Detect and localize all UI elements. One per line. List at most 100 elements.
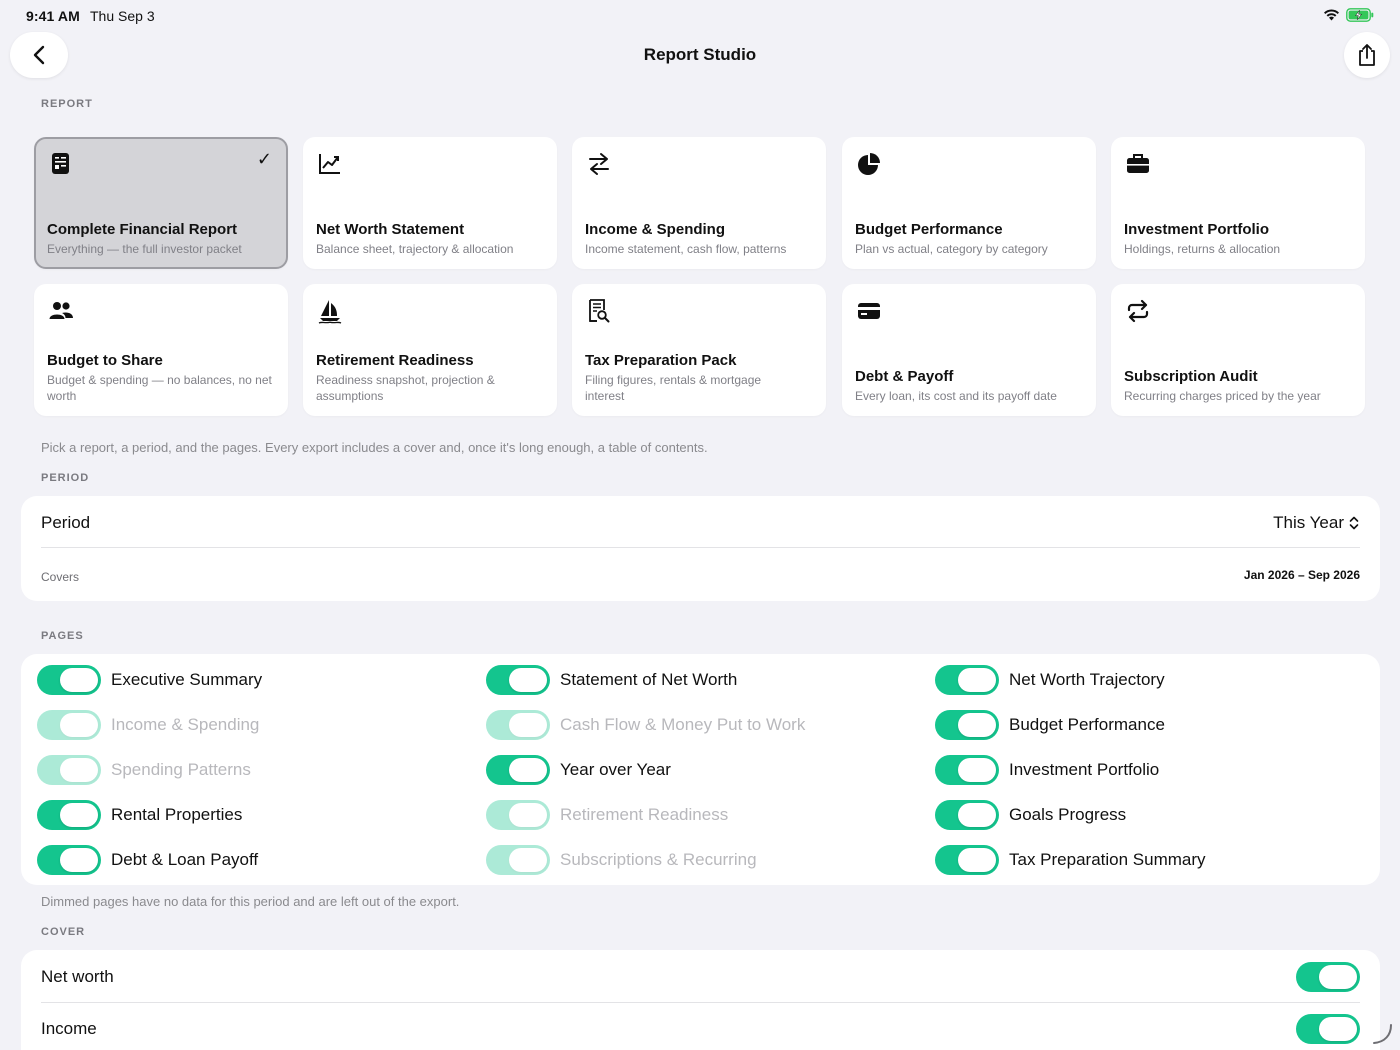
toggle-switch[interactable] xyxy=(1296,1014,1360,1044)
page-toggle-statement-net-worth[interactable]: Statement of Net Worth xyxy=(486,665,737,695)
status-icons xyxy=(1323,8,1374,22)
report-card-subtitle: Plan vs actual, category by category xyxy=(855,242,1048,256)
toggle-switch[interactable] xyxy=(486,845,550,875)
pages-note: Dimmed pages have no data for this perio… xyxy=(41,894,460,909)
report-card-income-spending[interactable]: Income & Spending Income statement, cash… xyxy=(572,137,826,269)
page-toggle-net-worth-trajectory[interactable]: Net Worth Trajectory xyxy=(935,665,1165,695)
line-chart-icon xyxy=(319,154,340,174)
report-card-title: Tax Preparation Pack xyxy=(585,352,737,369)
divider xyxy=(41,1002,1360,1003)
repeat-icon xyxy=(1127,299,1149,323)
toggle-switch[interactable] xyxy=(37,845,101,875)
receipt-search-icon xyxy=(589,299,610,323)
report-card-title: Subscription Audit xyxy=(1124,368,1258,385)
toggle-switch[interactable] xyxy=(37,665,101,695)
page-label: Subscriptions & Recurring xyxy=(560,850,757,869)
page-label: Spending Patterns xyxy=(111,760,251,779)
toggle-switch[interactable] xyxy=(1296,962,1360,992)
report-card-investment-portfolio[interactable]: Investment Portfolio Holdings, returns &… xyxy=(1111,137,1365,269)
share-icon xyxy=(1359,44,1375,66)
page-label: Budget Performance xyxy=(1009,715,1165,734)
toggle-switch[interactable] xyxy=(37,800,101,830)
checkmark-icon: ✓ xyxy=(256,149,272,169)
report-card-title: Budget Performance xyxy=(855,221,1003,238)
page-toggle-tax-preparation-summary[interactable]: Tax Preparation Summary xyxy=(935,845,1206,875)
report-card-debt-payoff[interactable]: Debt & Payoff Every loan, its cost and i… xyxy=(842,284,1096,416)
report-card-subscription-audit[interactable]: Subscription Audit Recurring charges pri… xyxy=(1111,284,1365,416)
period-section-header: PERIOD xyxy=(41,472,90,484)
page-label: Net Worth Trajectory xyxy=(1009,670,1165,689)
page-toggle-investment-portfolio[interactable]: Investment Portfolio xyxy=(935,755,1159,785)
page-toggle-budget-performance[interactable]: Budget Performance xyxy=(935,710,1165,740)
toggle-switch[interactable] xyxy=(486,710,550,740)
toggle-switch[interactable] xyxy=(935,710,999,740)
pages-card: Executive Summary Income & Spending Spen… xyxy=(21,654,1380,885)
cover-row-income[interactable]: Income xyxy=(41,1014,1360,1044)
period-row[interactable]: Period This Year xyxy=(41,513,1360,537)
status-bar: 9:41 AM Thu Sep 3 xyxy=(0,0,1400,32)
page-label: Rental Properties xyxy=(111,805,243,824)
toggle-switch[interactable] xyxy=(37,755,101,785)
toggle-switch[interactable] xyxy=(486,755,550,785)
page-label: Retirement Readiness xyxy=(560,805,729,824)
period-label: Period xyxy=(41,513,91,532)
report-doc-icon xyxy=(52,153,69,174)
briefcase-icon xyxy=(1127,154,1149,173)
page-label: Debt & Loan Payoff xyxy=(111,850,259,869)
page-label: Statement of Net Worth xyxy=(560,670,738,689)
page-toggle-rental-properties[interactable]: Rental Properties xyxy=(37,800,242,830)
report-card-budget-performance[interactable]: Budget Performance Plan vs actual, categ… xyxy=(842,137,1096,269)
page-toggle-cash-flow[interactable]: Cash Flow & Money Put to Work xyxy=(486,710,805,740)
report-card-subtitle: Recurring charges priced by the year xyxy=(1124,389,1321,403)
report-card-subtitle: Budget & spending — no balances, no net … xyxy=(47,373,272,403)
report-card-title: Budget to Share xyxy=(47,352,163,369)
report-card-title: Investment Portfolio xyxy=(1124,221,1270,238)
report-card-complete-financial[interactable]: ✓ Complete Financial Report Everything —… xyxy=(34,137,288,269)
cover-row-net-worth[interactable]: Net worth xyxy=(41,962,1360,992)
pages-section-header: PAGES xyxy=(41,630,84,642)
page-label: Executive Summary xyxy=(111,670,263,689)
page-toggle-subscriptions-recurring[interactable]: Subscriptions & Recurring xyxy=(486,845,757,875)
report-card-subtitle: Everything — the full investor packet xyxy=(47,242,242,256)
page-label: Tax Preparation Summary xyxy=(1009,850,1206,869)
page-title: Report Studio xyxy=(643,45,757,64)
arrows-swap-icon xyxy=(589,153,609,175)
page-toggle-spending-patterns[interactable]: Spending Patterns xyxy=(37,755,251,785)
page-toggle-year-over-year[interactable]: Year over Year xyxy=(486,755,671,785)
page-toggle-debt-loan-payoff[interactable]: Debt & Loan Payoff xyxy=(37,845,258,875)
divider xyxy=(41,547,1360,548)
toggle-switch[interactable] xyxy=(486,665,550,695)
report-card-title: Debt & Payoff xyxy=(855,368,954,385)
report-card-subtitle: Every loan, its cost and its payoff date xyxy=(855,389,1057,403)
cover-card: Net worth Income xyxy=(21,950,1380,1050)
pie-chart-icon xyxy=(858,153,880,175)
covers-label: Covers xyxy=(41,570,80,584)
wifi-icon xyxy=(1324,9,1339,21)
toggle-switch[interactable] xyxy=(37,710,101,740)
report-note: Pick a report, a period, and the pages. … xyxy=(41,440,708,455)
page-label: Investment Portfolio xyxy=(1009,760,1160,779)
toggle-switch[interactable] xyxy=(935,665,999,695)
report-card-tax-preparation[interactable]: Tax Preparation Pack Filing figures, ren… xyxy=(572,284,826,416)
toggle-switch[interactable] xyxy=(935,800,999,830)
page-toggle-income-spending[interactable]: Income & Spending xyxy=(37,710,259,740)
share-button[interactable] xyxy=(1344,32,1390,78)
credit-card-icon xyxy=(858,303,880,319)
report-card-title: Net Worth Statement xyxy=(316,221,465,238)
toggle-switch[interactable] xyxy=(935,755,999,785)
report-section-header: REPORT xyxy=(41,98,93,110)
period-picker[interactable]: This Year xyxy=(1273,513,1360,533)
page-toggle-executive-summary[interactable]: Executive Summary xyxy=(37,665,262,695)
page-toggle-goals-progress[interactable]: Goals Progress xyxy=(935,800,1126,830)
resize-handle-icon[interactable] xyxy=(1370,1022,1394,1046)
page-toggle-retirement-readiness[interactable]: Retirement Readiness xyxy=(486,800,728,830)
period-value: This Year xyxy=(1273,513,1344,532)
toggle-switch[interactable] xyxy=(486,800,550,830)
report-card-subtitle: Balance sheet, trajectory & allocation xyxy=(316,242,514,256)
report-card-budget-to-share[interactable]: Budget to Share Budget & spending — no b… xyxy=(34,284,288,416)
report-card-retirement-readiness[interactable]: Retirement Readiness Readiness snapshot,… xyxy=(303,284,557,416)
report-card-subtitle: Holdings, returns & allocation xyxy=(1124,242,1281,256)
cover-section-header: COVER xyxy=(41,926,86,938)
report-card-net-worth-statement[interactable]: Net Worth Statement Balance sheet, traje… xyxy=(303,137,557,269)
toggle-switch[interactable] xyxy=(935,845,999,875)
